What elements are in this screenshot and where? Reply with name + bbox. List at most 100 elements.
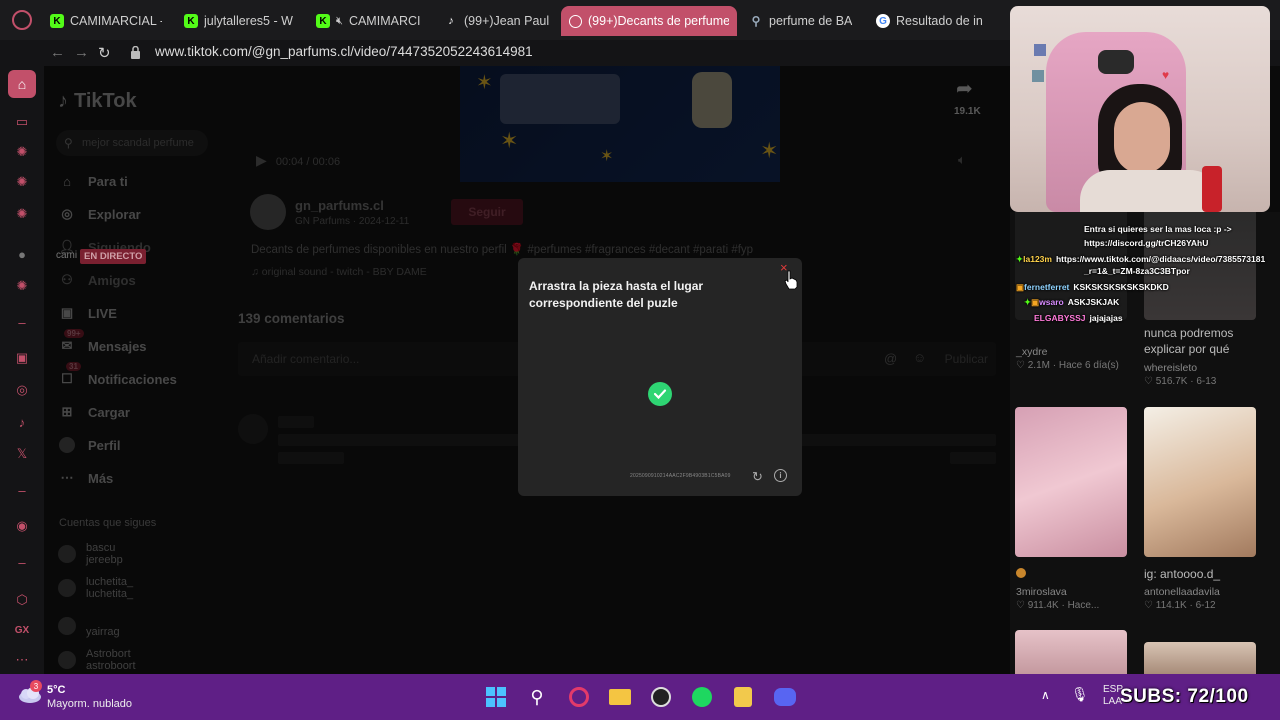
streamer-face: [1114, 102, 1170, 174]
search-icon[interactable]: ⚲: [524, 684, 550, 710]
chat-user: ELGABYSSJ: [1034, 313, 1086, 323]
card-meta: ♡ 516.7K · 6-13: [1144, 376, 1217, 387]
captcha-code: 2025090910214AAC2F9B4903B1C5BA09: [630, 473, 731, 479]
gx-icon[interactable]: GX: [12, 620, 32, 640]
weather-temperature[interactable]: 5°C: [47, 684, 65, 696]
chair-logo: [1098, 50, 1134, 74]
openai-icon[interactable]: ✺: [12, 172, 32, 192]
card-user[interactable]: whereisleto: [1144, 362, 1197, 374]
home-rail-button[interactable]: ⌂: [8, 70, 36, 98]
reload-icon[interactable]: ↻: [98, 44, 111, 62]
card-title[interactable]: nunca podremos explicar por qué: [1144, 325, 1264, 357]
card-meta: ♡ 2.1M · Hace 6 día(s): [1016, 360, 1119, 371]
tab-label: Resultado de in: [896, 14, 983, 28]
openai-icon[interactable]: ✺: [12, 204, 32, 224]
opera-gx-icon[interactable]: [566, 684, 592, 710]
card-user[interactable]: antonellaadavila: [1144, 586, 1220, 598]
chat-line: _r=1&_t=ZM-8za3C3BTpor: [1016, 266, 1280, 277]
tab-6[interactable]: ⚲ perfume de BA: [741, 6, 865, 36]
lock-icon: [131, 46, 140, 59]
divider-icon: –: [18, 482, 26, 498]
tab-4[interactable]: ♪ (99+)Jean Paul: [436, 6, 558, 36]
tab-1[interactable]: K CAMIMARCIAL -: [42, 6, 170, 36]
tiktok-icon[interactable]: ♪: [12, 412, 32, 432]
tab-3[interactable]: K 🔇︎ CAMIMARCI: [308, 6, 432, 36]
hand-cursor-icon: [784, 270, 798, 290]
tab-label: (99+)Jean Paul: [464, 14, 550, 28]
tab-label: CAMIMARCI: [348, 14, 421, 28]
divider-icon: –: [18, 554, 26, 570]
chat-text: jajajajas: [1089, 313, 1123, 323]
discord-icon[interactable]: [772, 684, 798, 710]
twitch-icon[interactable]: ▣: [12, 348, 32, 368]
wall-picture: [1034, 44, 1046, 56]
x-icon[interactable]: 𝕏: [12, 444, 32, 464]
app-rail: ⌂ ▭ ✺ ✺ ✺ ● ✺ – ▣ ◎ ♪ 𝕏 – ◉ – ⬡ GX ⋯: [0, 66, 44, 674]
search-icon: ⚲: [751, 14, 761, 28]
info-icon[interactable]: i: [774, 469, 787, 482]
browser-menu-icon[interactable]: [12, 10, 32, 30]
microphone-icon[interactable]: 🎙︎: [1071, 686, 1089, 703]
tab-7[interactable]: G Resultado de in: [868, 6, 1008, 36]
obs-icon[interactable]: [648, 684, 674, 710]
forward-icon[interactable]: →: [74, 44, 89, 61]
card-user[interactable]: 3miroslava: [1016, 586, 1067, 598]
live-streamer-name: cami: [56, 250, 78, 261]
chat-badge-icon: ▣: [1031, 297, 1040, 307]
instagram-icon[interactable]: ◎: [12, 380, 32, 400]
openai-icon[interactable]: ✺: [12, 142, 32, 162]
openai-icon[interactable]: ✺: [12, 276, 32, 296]
chat-text: _r=1&_t=ZM-8za3C3BTpor: [1084, 266, 1190, 276]
avatar: [1016, 568, 1026, 578]
video-thumbnail[interactable]: [1015, 407, 1127, 557]
captcha-dialog: Arrastra la pieza hasta el lugar corresp…: [518, 258, 802, 496]
video-thumbnail[interactable]: [1015, 630, 1127, 674]
back-icon[interactable]: ←: [50, 44, 65, 61]
more-icon[interactable]: ⋯: [12, 650, 32, 670]
card-meta: ♡ 114.1K · 6-12: [1144, 600, 1216, 611]
tiktok-icon: ♪: [448, 15, 454, 27]
record-icon[interactable]: ◉: [12, 516, 32, 536]
taskbar: 3 5°C Mayorm. nublado ⚲ ∧ 🎙︎ ESP LAA SUB…: [0, 674, 1280, 720]
refresh-icon[interactable]: ↻: [752, 469, 763, 485]
chat-line: ▣fernetferret KSKSKSKSKSKSKDKD: [1016, 282, 1280, 293]
tab-label: (99+)Decants de perfume: [588, 14, 729, 28]
tab-label: perfume de BA: [769, 14, 853, 28]
file-explorer-icon[interactable]: [607, 684, 633, 710]
spotify-icon[interactable]: [689, 684, 715, 710]
kick-icon: K: [50, 14, 64, 28]
kick-icon: K: [184, 14, 198, 28]
tab-2[interactable]: K julytalleres5 - W: [176, 6, 304, 36]
show-hidden-icons[interactable]: ∧: [1041, 688, 1050, 702]
chat-user: la123m: [1023, 254, 1052, 264]
chat-text: KSKSKSKSKSKSKDKD: [1073, 282, 1169, 292]
hexagon-icon[interactable]: ⬡: [12, 590, 32, 610]
heart-decoration: ♥: [1162, 68, 1170, 82]
chat-text: https://www.tiktok.com/@didaacs/video/73…: [1055, 254, 1266, 264]
chat-line: Entra si quieres ser la mas loca :p ->: [1016, 224, 1280, 235]
avatar-icon[interactable]: ●: [12, 244, 32, 264]
chat-text: ASKJSKJAK: [1067, 297, 1120, 307]
url-field[interactable]: www.tiktok.com/@gn_parfums.cl/video/7447…: [155, 44, 533, 59]
kick-icon: K: [316, 14, 330, 28]
weather-badge: 3: [30, 680, 42, 692]
tab-5-active[interactable]: (99+)Decants de perfume: [561, 6, 737, 36]
start-button[interactable]: [483, 684, 509, 710]
card-meta: ♡ 911.4K · Hace...: [1016, 600, 1100, 611]
live-badge[interactable]: EN DIRECTO: [80, 249, 147, 264]
captcha-title: Arrastra la pieza hasta el lugar corresp…: [529, 279, 704, 310]
weather-description[interactable]: Mayorm. nublado: [47, 698, 132, 710]
globe-icon: [569, 14, 582, 28]
chat-user: wsaro: [1039, 297, 1064, 307]
video-thumbnail[interactable]: [1144, 642, 1256, 674]
chat-text: https://discord.gg/trCH26YAhU: [1084, 238, 1209, 248]
muted-speaker-icon[interactable]: 🔇︎: [336, 15, 343, 28]
twitch-icon[interactable]: ▭: [12, 112, 32, 132]
chat-line: ✦la123m https://www.tiktok.com/@didaacs/v…: [1016, 254, 1280, 265]
card-user[interactable]: _xydre: [1016, 346, 1048, 358]
tab-label: CAMIMARCIAL -: [70, 14, 162, 28]
card-title[interactable]: ig: antoooo.d_: [1144, 566, 1264, 582]
app-icon[interactable]: [730, 684, 756, 710]
video-thumbnail[interactable]: [1144, 407, 1256, 557]
subs-counter: SUBS: 72/100: [1120, 686, 1249, 707]
